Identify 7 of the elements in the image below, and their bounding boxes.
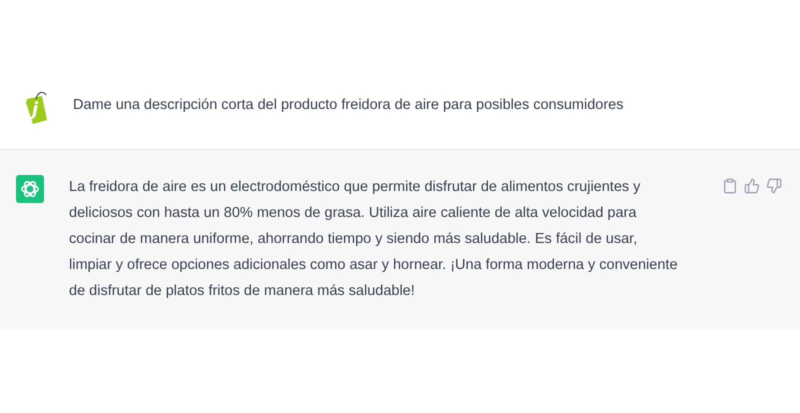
assistant-logo-icon <box>16 175 44 203</box>
user-message: Dame una descripción corta del producto freidora de aire para posibles consumidores <box>73 96 624 115</box>
thumbs-up-icon[interactable] <box>744 178 760 194</box>
assistant-message: La freidora de aire es un electrodoméstico que permite disfrutar de alimentos crujientes y deliciosos con hasta un 80% menos de grasa. Utiliza aire caliente de alta velocidad para cocinar de manera uniforme, ahorrando tiempo y siendo más saludable. Es fácil de usar, limpiar y ofrece opciones adicionales como asar y hornear. ¡Una forma moderna y conveniente de disfrutar de platos fritos de manera más saludable! <box>69 178 679 301</box>
avatar-letter: j <box>32 101 38 119</box>
copy-icon[interactable] <box>722 178 738 194</box>
thumbs-down-icon[interactable] <box>766 178 782 194</box>
